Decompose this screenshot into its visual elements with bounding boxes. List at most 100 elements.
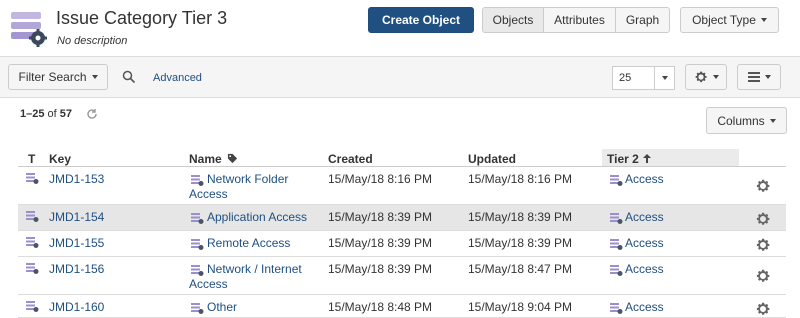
column-header-name-label: Name <box>189 152 222 166</box>
object-type-label: Object Type <box>692 13 756 27</box>
object-icon <box>191 213 204 224</box>
row-created: 15/May/18 8:39 PM <box>328 262 433 276</box>
row-updated: 15/May/18 8:39 PM <box>468 236 573 250</box>
object-type-icon <box>26 263 39 274</box>
row-name-link[interactable]: Network / Internet Access <box>189 262 302 292</box>
page-description: No description <box>57 35 128 47</box>
row-key-link[interactable]: JMD1-156 <box>49 262 104 276</box>
row-created: 15/May/18 8:39 PM <box>328 210 433 224</box>
object-type-dropdown[interactable]: Object Type <box>680 7 779 33</box>
settings-dropdown-button[interactable] <box>685 64 727 90</box>
column-header-tier2[interactable]: Tier 2 <box>607 152 652 166</box>
object-icon <box>191 239 204 250</box>
object-icon <box>610 265 623 276</box>
page-header: Issue Category Tier 3 No description Cre… <box>0 0 800 56</box>
column-header-key[interactable]: Key <box>49 152 71 166</box>
row-tier2-link[interactable]: Access <box>625 236 664 250</box>
object-icon <box>610 175 623 186</box>
row-updated: 15/May/18 8:39 PM <box>468 210 573 224</box>
table-row[interactable]: JMD1-154 Application Access 15/May/18 8:39… <box>18 205 786 231</box>
result-of: of <box>47 108 57 120</box>
row-name-line2: Access <box>189 277 228 291</box>
row-tier2-link[interactable]: Access <box>625 172 664 186</box>
column-header-type[interactable]: T <box>28 152 35 166</box>
row-created: 15/May/18 8:16 PM <box>328 172 433 186</box>
row-actions-gear-icon[interactable] <box>755 268 771 284</box>
result-total: 57 <box>59 108 73 120</box>
view-menu-button[interactable] <box>737 64 781 90</box>
page-size-dropdown[interactable] <box>654 67 674 89</box>
row-name-link[interactable]: Other <box>207 300 237 315</box>
page-size-select[interactable]: 25 <box>612 66 675 90</box>
row-name-link[interactable]: Network Folder Access <box>189 172 289 202</box>
row-updated: 15/May/18 8:47 PM <box>468 262 573 276</box>
chevron-down-icon <box>661 76 668 80</box>
row-name-line1: Network / Internet <box>207 262 302 276</box>
columns-label: Columns <box>717 113 765 128</box>
table-header: T Key Name Created Updated Tier 2 <box>0 149 800 167</box>
object-icon <box>191 175 204 186</box>
columns-dropdown[interactable]: Columns <box>706 107 787 134</box>
table-row[interactable]: JMD1-153 Network Folder Access 15/May/18 8:… <box>18 167 786 205</box>
filter-toolbar: Filter Search Advanced 25 <box>0 56 800 98</box>
object-type-icon <box>26 173 39 184</box>
chevron-down-icon <box>91 75 98 79</box>
tab-graph[interactable]: Graph <box>615 7 670 33</box>
filter-search-dropdown[interactable]: Filter Search <box>8 64 108 90</box>
row-key-link[interactable]: JMD1-155 <box>49 236 104 250</box>
advanced-search-link[interactable]: Advanced <box>153 72 202 84</box>
search-icon[interactable] <box>122 70 136 84</box>
object-icon <box>610 239 623 250</box>
refresh-icon[interactable] <box>86 108 98 120</box>
tag-icon <box>227 153 238 164</box>
object-type-icon <box>26 211 39 222</box>
tab-attributes[interactable]: Attributes <box>543 7 616 33</box>
row-updated: 15/May/18 9:04 PM <box>468 300 573 314</box>
object-type-icon <box>11 12 47 47</box>
row-tier2-link[interactable]: Access <box>625 300 664 314</box>
chevron-down-icon <box>712 75 719 79</box>
object-icon <box>191 265 204 276</box>
column-header-tier2-label: Tier 2 <box>607 152 639 166</box>
row-actions-gear-icon[interactable] <box>755 178 771 194</box>
result-count: 1–25 of 57 <box>20 108 72 120</box>
sort-ascending-icon <box>643 154 652 163</box>
row-created: 15/May/18 8:48 PM <box>328 300 433 314</box>
table-row[interactable]: JMD1-156 Network / Internet Access 15/May/1… <box>18 257 786 295</box>
chevron-down-icon <box>769 118 776 123</box>
filter-search-label: Filter Search <box>18 70 87 84</box>
row-created: 15/May/18 8:39 PM <box>328 236 433 250</box>
page-title: Issue Category Tier 3 <box>56 8 228 28</box>
row-name-link[interactable]: Remote Access <box>207 236 290 251</box>
chevron-down-icon <box>760 18 767 22</box>
page-size-value: 25 <box>619 72 632 84</box>
column-header-updated[interactable]: Updated <box>468 152 516 166</box>
row-key-link[interactable]: JMD1-160 <box>49 300 104 314</box>
row-updated: 15/May/18 8:16 PM <box>468 172 573 186</box>
table-row[interactable]: JMD1-160 Other 15/May/18 8:48 PM 15/May/18 … <box>18 295 786 318</box>
tab-objects[interactable]: Objects <box>482 7 544 33</box>
table-row[interactable]: JMD1-155 Remote Access 15/May/18 8:39 PM 15… <box>18 231 786 257</box>
create-object-button[interactable]: Create Object <box>368 7 474 33</box>
gear-icon <box>695 71 707 83</box>
result-range: 1–25 <box>20 108 45 120</box>
object-type-icon <box>26 301 39 312</box>
row-tier2-link[interactable]: Access <box>625 262 664 276</box>
row-name-line1: Other <box>207 300 238 314</box>
row-name-line1: Remote Access <box>207 236 291 250</box>
row-actions-gear-icon[interactable] <box>755 237 771 253</box>
row-name-link[interactable]: Application Access <box>207 210 307 225</box>
menu-icon <box>747 72 760 82</box>
row-tier2-link[interactable]: Access <box>625 210 664 224</box>
row-name-line2: Access <box>189 187 228 201</box>
object-icon <box>191 303 204 314</box>
row-actions-gear-icon[interactable] <box>755 301 771 317</box>
row-name-line1: Network Folder <box>207 172 289 186</box>
chevron-down-icon <box>764 75 771 79</box>
row-actions-gear-icon[interactable] <box>755 211 771 227</box>
object-type-icon <box>26 237 39 248</box>
row-key-link[interactable]: JMD1-154 <box>49 210 104 224</box>
column-header-created[interactable]: Created <box>328 152 373 166</box>
row-key-link[interactable]: JMD1-153 <box>49 172 104 186</box>
column-header-name[interactable]: Name <box>189 152 238 166</box>
